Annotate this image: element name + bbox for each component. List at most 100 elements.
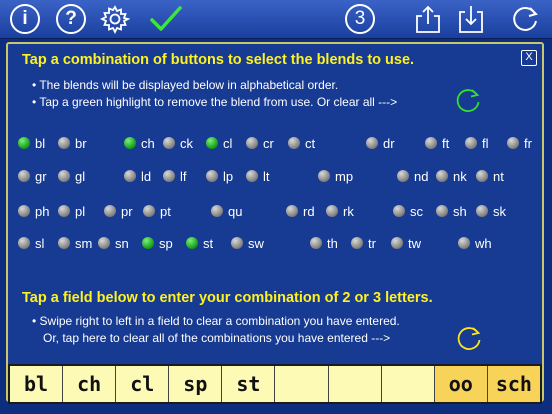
blend-button-tw[interactable]: tw <box>391 234 421 252</box>
blend-button-wh[interactable]: wh <box>458 234 492 252</box>
blend-label: sn <box>115 235 129 251</box>
blend-label: cr <box>263 135 274 151</box>
combination-field-8[interactable] <box>381 366 435 402</box>
blend-button-bl[interactable]: bl <box>18 134 45 152</box>
note-clear-combinations[interactable]: Or, tap here to clear all of the combina… <box>43 331 390 345</box>
unselected-indicator-icon <box>310 237 322 249</box>
blend-label: th <box>327 235 338 251</box>
combination-field-9[interactable]: oo <box>434 366 488 402</box>
blend-button-pl[interactable]: pl <box>58 202 85 220</box>
blend-button-br[interactable]: br <box>58 134 87 152</box>
download-icon[interactable] <box>456 4 486 34</box>
unselected-indicator-icon <box>326 205 338 217</box>
unselected-indicator-icon <box>286 205 298 217</box>
combination-field-7[interactable] <box>328 366 382 402</box>
blend-button-ld[interactable]: ld <box>124 167 151 185</box>
unselected-indicator-icon <box>18 170 30 182</box>
blend-label: gl <box>75 168 86 184</box>
clear-combinations-icon[interactable] <box>455 324 483 352</box>
unselected-indicator-icon <box>425 137 437 149</box>
toolbar: i ? 3 <box>0 0 552 39</box>
blend-selection-panel: X Tap a combination of buttons to select… <box>6 42 544 402</box>
blend-button-ft[interactable]: ft <box>425 134 449 152</box>
blend-button-cr[interactable]: cr <box>246 134 274 152</box>
blend-button-nd[interactable]: nd <box>397 167 428 185</box>
blend-label: rd <box>303 203 315 219</box>
selected-indicator-icon <box>186 237 198 249</box>
blend-button-pr[interactable]: pr <box>104 202 133 220</box>
blend-button-dr[interactable]: dr <box>366 134 395 152</box>
blend-button-ph[interactable]: ph <box>18 202 49 220</box>
unselected-indicator-icon <box>351 237 363 249</box>
blend-label: br <box>75 135 87 151</box>
unselected-indicator-icon <box>211 205 223 217</box>
blend-button-qu[interactable]: qu <box>211 202 242 220</box>
blend-label: ch <box>141 135 155 151</box>
combination-field-5[interactable]: st <box>222 366 276 402</box>
combination-field-6[interactable] <box>275 366 329 402</box>
unselected-indicator-icon <box>366 137 378 149</box>
combination-field-2[interactable]: ch <box>63 366 117 402</box>
blend-label: dr <box>383 135 395 151</box>
share-icon[interactable] <box>413 4 443 34</box>
blend-button-ck[interactable]: ck <box>163 134 193 152</box>
unselected-indicator-icon <box>124 170 136 182</box>
selected-indicator-icon <box>124 137 136 149</box>
blend-button-sw[interactable]: sw <box>231 234 264 252</box>
blend-button-lf[interactable]: lf <box>163 167 187 185</box>
blend-button-nt[interactable]: nt <box>476 167 504 185</box>
blend-label: rk <box>343 203 354 219</box>
settings-gear-icon[interactable] <box>99 4 131 35</box>
combination-field-3[interactable]: cl <box>116 366 170 402</box>
blend-button-mp[interactable]: mp <box>318 167 353 185</box>
blend-label: sw <box>248 235 264 251</box>
blend-button-fl[interactable]: fl <box>465 134 489 152</box>
combination-field-4[interactable]: sp <box>169 366 223 402</box>
blend-button-st[interactable]: st <box>186 234 213 252</box>
blend-button-gl[interactable]: gl <box>58 167 85 185</box>
blend-button-cl[interactable]: cl <box>206 134 232 152</box>
unselected-indicator-icon <box>18 237 30 249</box>
unselected-indicator-icon <box>98 237 110 249</box>
blend-button-rd[interactable]: rd <box>286 202 315 220</box>
blend-label: gr <box>35 168 47 184</box>
combination-field-1[interactable]: bl <box>10 366 64 402</box>
blend-button-nk[interactable]: nk <box>436 167 467 185</box>
unselected-indicator-icon <box>104 205 116 217</box>
unselected-indicator-icon <box>318 170 330 182</box>
blend-button-pt[interactable]: pt <box>143 202 171 220</box>
blend-button-sh[interactable]: sh <box>436 202 467 220</box>
blend-button-rk[interactable]: rk <box>326 202 354 220</box>
unselected-indicator-icon <box>18 205 30 217</box>
blend-button-sn[interactable]: sn <box>98 234 129 252</box>
blend-button-tr[interactable]: tr <box>351 234 376 252</box>
clear-all-blends-icon[interactable] <box>454 86 482 114</box>
unselected-indicator-icon <box>163 170 175 182</box>
combination-field-10[interactable]: sch <box>487 366 540 402</box>
blend-button-gr[interactable]: gr <box>18 167 47 185</box>
blend-button-sm[interactable]: sm <box>58 234 92 252</box>
blend-button-sl[interactable]: sl <box>18 234 44 252</box>
blend-button-sc[interactable]: sc <box>393 202 423 220</box>
blend-button-fr[interactable]: fr <box>507 134 532 152</box>
info-button[interactable]: i <box>10 4 40 34</box>
blend-button-th[interactable]: th <box>310 234 338 252</box>
count-button[interactable]: 3 <box>345 4 375 34</box>
refresh-icon[interactable] <box>510 4 540 34</box>
blend-label: ck <box>180 135 193 151</box>
close-button[interactable]: X <box>521 50 537 66</box>
enter-heading: Tap a field below to enter your combinat… <box>22 290 433 306</box>
blend-button-lp[interactable]: lp <box>206 167 233 185</box>
note-clear-all: • Tap a green highlight to remove the bl… <box>32 95 398 109</box>
blend-button-ct[interactable]: ct <box>288 134 315 152</box>
blend-button-lt[interactable]: lt <box>246 167 270 185</box>
blend-button-ch[interactable]: ch <box>124 134 155 152</box>
blend-button-sk[interactable]: sk <box>476 202 506 220</box>
blend-button-sp[interactable]: sp <box>142 234 173 252</box>
blend-label: pr <box>121 203 133 219</box>
checkmark-icon[interactable] <box>148 4 184 34</box>
blend-label: ld <box>141 168 152 184</box>
unselected-indicator-icon <box>397 170 409 182</box>
blend-label: cl <box>223 135 233 151</box>
help-button[interactable]: ? <box>56 4 86 34</box>
